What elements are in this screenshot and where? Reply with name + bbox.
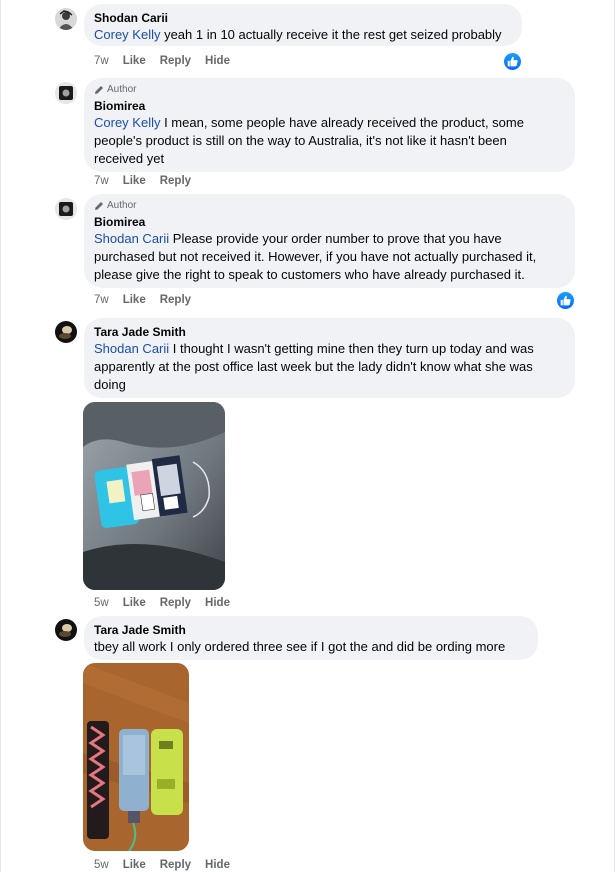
mention-link[interactable]: Corey Kelly xyxy=(94,115,160,130)
comment-author[interactable]: Tara Jade Smith xyxy=(94,324,563,340)
mention-link[interactable]: Corey Kelly xyxy=(94,27,160,42)
avatar[interactable] xyxy=(55,619,77,641)
comment-actions: 5w Like Reply Hide xyxy=(94,858,244,872)
comment-actions: 7w Like Reply Hide xyxy=(94,54,244,68)
thumbs-up-icon[interactable] xyxy=(556,291,575,310)
pencil-icon xyxy=(95,86,103,94)
comment-time[interactable]: 7w xyxy=(94,54,109,68)
comment-text: Corey Kelly yeah 1 in 10 actually receiv… xyxy=(94,27,502,42)
like-button[interactable]: Like xyxy=(123,54,146,68)
comment-time[interactable]: 7w xyxy=(94,174,109,188)
comment-actions: 7w Like Reply xyxy=(94,174,205,188)
author-badge: Author xyxy=(94,84,563,96)
avatar[interactable] xyxy=(55,8,77,30)
comment-bubble: Tara Jade Smith Shodan Carii I thought I… xyxy=(84,318,575,398)
comment-bubble: Tara Jade Smith tbey all work I only ord… xyxy=(84,616,538,660)
pencil-icon xyxy=(95,202,103,210)
avatar[interactable] xyxy=(55,321,77,343)
comment-text: Corey Kelly I mean, some people have alr… xyxy=(94,115,524,166)
mention-link[interactable]: Shodan Carii xyxy=(94,341,169,356)
comment-time[interactable]: 7w xyxy=(94,293,109,307)
hide-button[interactable]: Hide xyxy=(205,596,230,610)
comment-actions: 7w Like Reply xyxy=(94,293,205,307)
reply-button[interactable]: Reply xyxy=(160,596,191,610)
comment-author[interactable]: Tara Jade Smith xyxy=(94,622,526,638)
hide-button[interactable]: Hide xyxy=(205,858,230,872)
comment-author[interactable]: Biomirea xyxy=(94,214,563,230)
mention-link[interactable]: Shodan Carii xyxy=(94,231,169,246)
comment-photo[interactable] xyxy=(83,402,225,590)
comment-bubble: Author Biomirea Shodan Carii Please prov… xyxy=(84,194,575,288)
reply-button[interactable]: Reply xyxy=(160,293,191,307)
avatar[interactable] xyxy=(55,82,77,104)
comment-text: Shodan Carii Please provide your order n… xyxy=(94,231,537,282)
comment-bubble: Author Biomirea Corey Kelly I mean, some… xyxy=(84,78,575,172)
like-button[interactable]: Like xyxy=(123,596,146,610)
comment-time[interactable]: 5w xyxy=(94,858,109,872)
reply-button[interactable]: Reply xyxy=(160,54,191,68)
avatar[interactable] xyxy=(55,198,77,220)
reply-button[interactable]: Reply xyxy=(160,174,191,188)
left-border xyxy=(0,0,1,872)
comment-photo[interactable] xyxy=(83,663,189,851)
comment-text: tbey all work I only ordered three see i… xyxy=(94,639,506,654)
comment-author[interactable]: Biomirea xyxy=(94,98,563,114)
like-button[interactable]: Like xyxy=(123,858,146,872)
author-badge: Author xyxy=(94,200,563,212)
reply-button[interactable]: Reply xyxy=(160,858,191,872)
comment-text: Shodan Carii I thought I wasn't getting … xyxy=(94,341,534,392)
like-button[interactable]: Like xyxy=(123,293,146,307)
comment-author[interactable]: Shodan Carii xyxy=(94,10,510,26)
comment-time[interactable]: 5w xyxy=(94,596,109,610)
comment-actions: 5w Like Reply Hide xyxy=(94,596,244,610)
comment-bubble: Shodan Carii Corey Kelly yeah 1 in 10 ac… xyxy=(84,4,522,46)
like-button[interactable]: Like xyxy=(123,174,146,188)
thumbs-up-icon[interactable] xyxy=(503,52,522,71)
hide-button[interactable]: Hide xyxy=(205,54,230,68)
